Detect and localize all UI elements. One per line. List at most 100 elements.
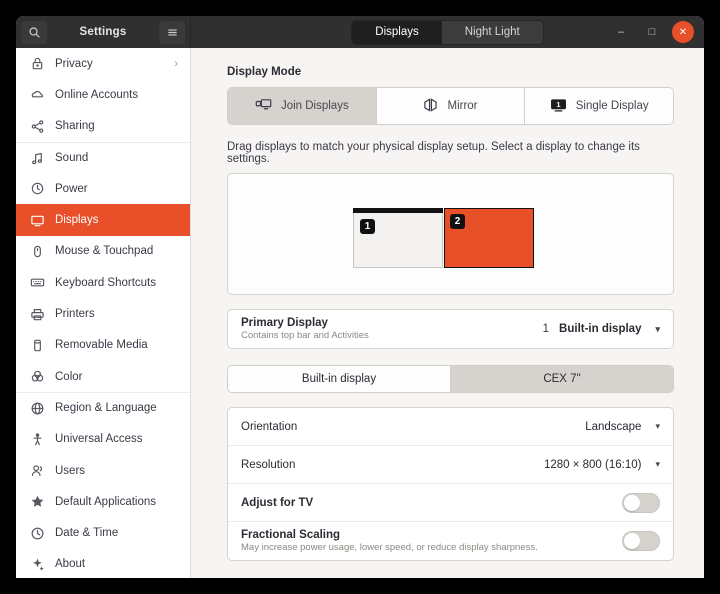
- setting-row-adjust-for-tv[interactable]: Adjust for TV: [228, 484, 673, 522]
- monitor-2-number: 2: [450, 214, 465, 229]
- mode-join-displays[interactable]: Join Displays: [228, 88, 377, 124]
- cloud-icon: [29, 87, 45, 103]
- primary-display-title: Primary Display: [241, 317, 328, 329]
- setting-row-fractional-scaling[interactable]: Fractional Scaling May increase power usa…: [228, 522, 673, 560]
- mouse-icon: [29, 243, 45, 259]
- color-icon: [29, 369, 45, 385]
- sidebar-item-date-and-time[interactable]: Date & Time: [16, 517, 190, 548]
- sidebar-item-label: Default Applications: [55, 495, 157, 508]
- toggle-adjust-for-tv[interactable]: [622, 492, 660, 513]
- monitor-1-top-bar: [353, 208, 443, 213]
- window-body: Privacy › Online Accounts Sharing Sound Power…: [16, 48, 704, 578]
- sidebar-item-region-and-language[interactable]: Region & Language: [16, 392, 190, 423]
- primary-display-value[interactable]: 1 Built-in display ▾: [543, 323, 660, 335]
- primary-display-card: Primary Display Contains top bar and Act…: [227, 309, 674, 349]
- sidebar: Privacy › Online Accounts Sharing Sound Power…: [16, 48, 191, 578]
- maximize-button[interactable]: □: [641, 21, 663, 43]
- display-mode-title: Display Mode: [227, 66, 302, 78]
- setting-row-orientation[interactable]: Orientation Landscape ▾: [228, 408, 673, 446]
- info-icon: [29, 556, 45, 572]
- primary-display-index: 1: [542, 323, 550, 335]
- sidebar-item-label: Removable Media: [55, 339, 148, 352]
- sidebar-item-mouse-and-touchpad[interactable]: Mouse & Touchpad: [16, 236, 190, 267]
- sidebar-item-keyboard-shortcuts[interactable]: Keyboard Shortcuts: [16, 267, 190, 298]
- accessibility-icon: [29, 431, 45, 447]
- keyboard-icon: [29, 275, 45, 291]
- title-bar-right: Displays Night Light – □ ✕: [191, 16, 704, 48]
- mode-mirror[interactable]: Mirror: [376, 88, 526, 124]
- close-button[interactable]: ✕: [672, 21, 694, 43]
- setting-title: Adjust for TV: [241, 496, 314, 509]
- sidebar-item-online-accounts[interactable]: Online Accounts: [16, 79, 190, 110]
- window-title: Settings: [79, 26, 127, 38]
- sidebar-item-privacy[interactable]: Privacy ›: [16, 48, 190, 79]
- sidebar-item-label: Color: [55, 370, 83, 383]
- setting-value-orientation[interactable]: Landscape ▾: [585, 421, 660, 433]
- mode-join-displays-label: Join Displays: [280, 100, 349, 112]
- setting-value-resolution[interactable]: 1280 × 800 (16:10) ▾: [544, 459, 660, 471]
- view-switcher: Displays Night Light: [351, 19, 544, 45]
- title-bar-left: Settings: [16, 16, 191, 48]
- setting-subtitle: May increase power usage, lower speed, o…: [241, 542, 538, 553]
- search-button[interactable]: [21, 20, 47, 44]
- sidebar-item-label: About: [55, 558, 86, 571]
- primary-display-subtitle: Contains top bar and Activities: [241, 330, 369, 341]
- sidebar-item-label: Universal Access: [55, 433, 143, 446]
- chevron-down-icon: ▾: [655, 323, 660, 334]
- sidebar-item-universal-access[interactable]: Universal Access: [16, 424, 190, 455]
- primary-display-name: Built-in display: [559, 323, 642, 335]
- users-icon: [29, 463, 45, 479]
- sidebar-item-users[interactable]: Users: [16, 455, 190, 486]
- display-arrangement-canvas[interactable]: 1 2: [227, 173, 674, 295]
- globe-icon: [29, 400, 45, 416]
- star-icon: [29, 494, 45, 510]
- sidebar-item-sound[interactable]: Sound: [16, 141, 190, 173]
- sidebar-item-power[interactable]: Power: [16, 173, 190, 204]
- display-tab-built-in[interactable]: Built-in display: [228, 366, 451, 392]
- setting-value-text: 1280 × 800 (16:10): [543, 458, 642, 471]
- clock-icon: [29, 525, 45, 541]
- sidebar-item-sharing[interactable]: Sharing: [16, 111, 190, 142]
- sidebar-item-removable-media[interactable]: Removable Media: [16, 330, 190, 361]
- sidebar-item-label: Displays: [55, 214, 99, 227]
- setting-labels: Resolution: [241, 453, 544, 477]
- tab-night-light[interactable]: Night Light: [441, 20, 543, 44]
- window-controls: – □ ✕: [610, 16, 694, 48]
- tab-displays[interactable]: Displays: [352, 20, 442, 44]
- power-icon: [29, 181, 45, 197]
- toggle-fractional-scaling[interactable]: [622, 531, 660, 551]
- display-settings-card: Orientation Landscape ▾ Resolution 1280 × 80…: [227, 407, 674, 561]
- settings-window: Settings Displays Night Light – □ ✕ Priv…: [16, 16, 704, 578]
- setting-labels: Adjust for TV: [241, 491, 622, 515]
- monitor-1-number: 1: [360, 219, 375, 234]
- svg-text:1: 1: [556, 99, 560, 108]
- sidebar-item-color[interactable]: Color: [16, 361, 190, 392]
- sidebar-item-label: Keyboard Shortcuts: [55, 276, 157, 289]
- minimize-button[interactable]: –: [610, 21, 632, 43]
- display-selector-tabs: Built-in display CEX 7": [227, 365, 674, 393]
- display-icon: [29, 212, 45, 228]
- main-content: Display Mode Join Displays Mirror 1 Sing…: [191, 48, 704, 578]
- sidebar-item-label: Date & Time: [55, 527, 119, 540]
- monitor-2[interactable]: 2: [444, 208, 534, 268]
- monitor-1[interactable]: 1: [353, 208, 443, 268]
- primary-display-row[interactable]: Primary Display Contains top bar and Act…: [228, 310, 673, 348]
- sidebar-item-printers[interactable]: Printers: [16, 298, 190, 329]
- chevron-right-icon: ›: [174, 57, 178, 70]
- setting-title: Orientation: [241, 420, 298, 433]
- menu-button[interactable]: [159, 20, 185, 44]
- mode-single-display[interactable]: 1 Single Display: [525, 88, 673, 124]
- sidebar-item-default-applications[interactable]: Default Applications: [16, 486, 190, 517]
- sidebar-item-displays[interactable]: Displays: [16, 204, 190, 236]
- setting-row-resolution[interactable]: Resolution 1280 × 800 (16:10) ▾: [228, 446, 673, 484]
- setting-title: Fractional Scaling: [241, 529, 341, 541]
- setting-value-text: Landscape: [585, 420, 642, 433]
- setting-title: Resolution: [241, 458, 296, 471]
- display-tab-cex-7[interactable]: CEX 7": [451, 366, 673, 392]
- mode-single-display-label: Single Display: [575, 100, 649, 112]
- sidebar-item-about[interactable]: About: [16, 549, 190, 578]
- arrangement-hint: Drag displays to match your physical dis…: [227, 141, 640, 165]
- printer-icon: [29, 306, 45, 322]
- removable-media-icon: [29, 337, 45, 353]
- sidebar-item-label: Privacy: [55, 57, 93, 70]
